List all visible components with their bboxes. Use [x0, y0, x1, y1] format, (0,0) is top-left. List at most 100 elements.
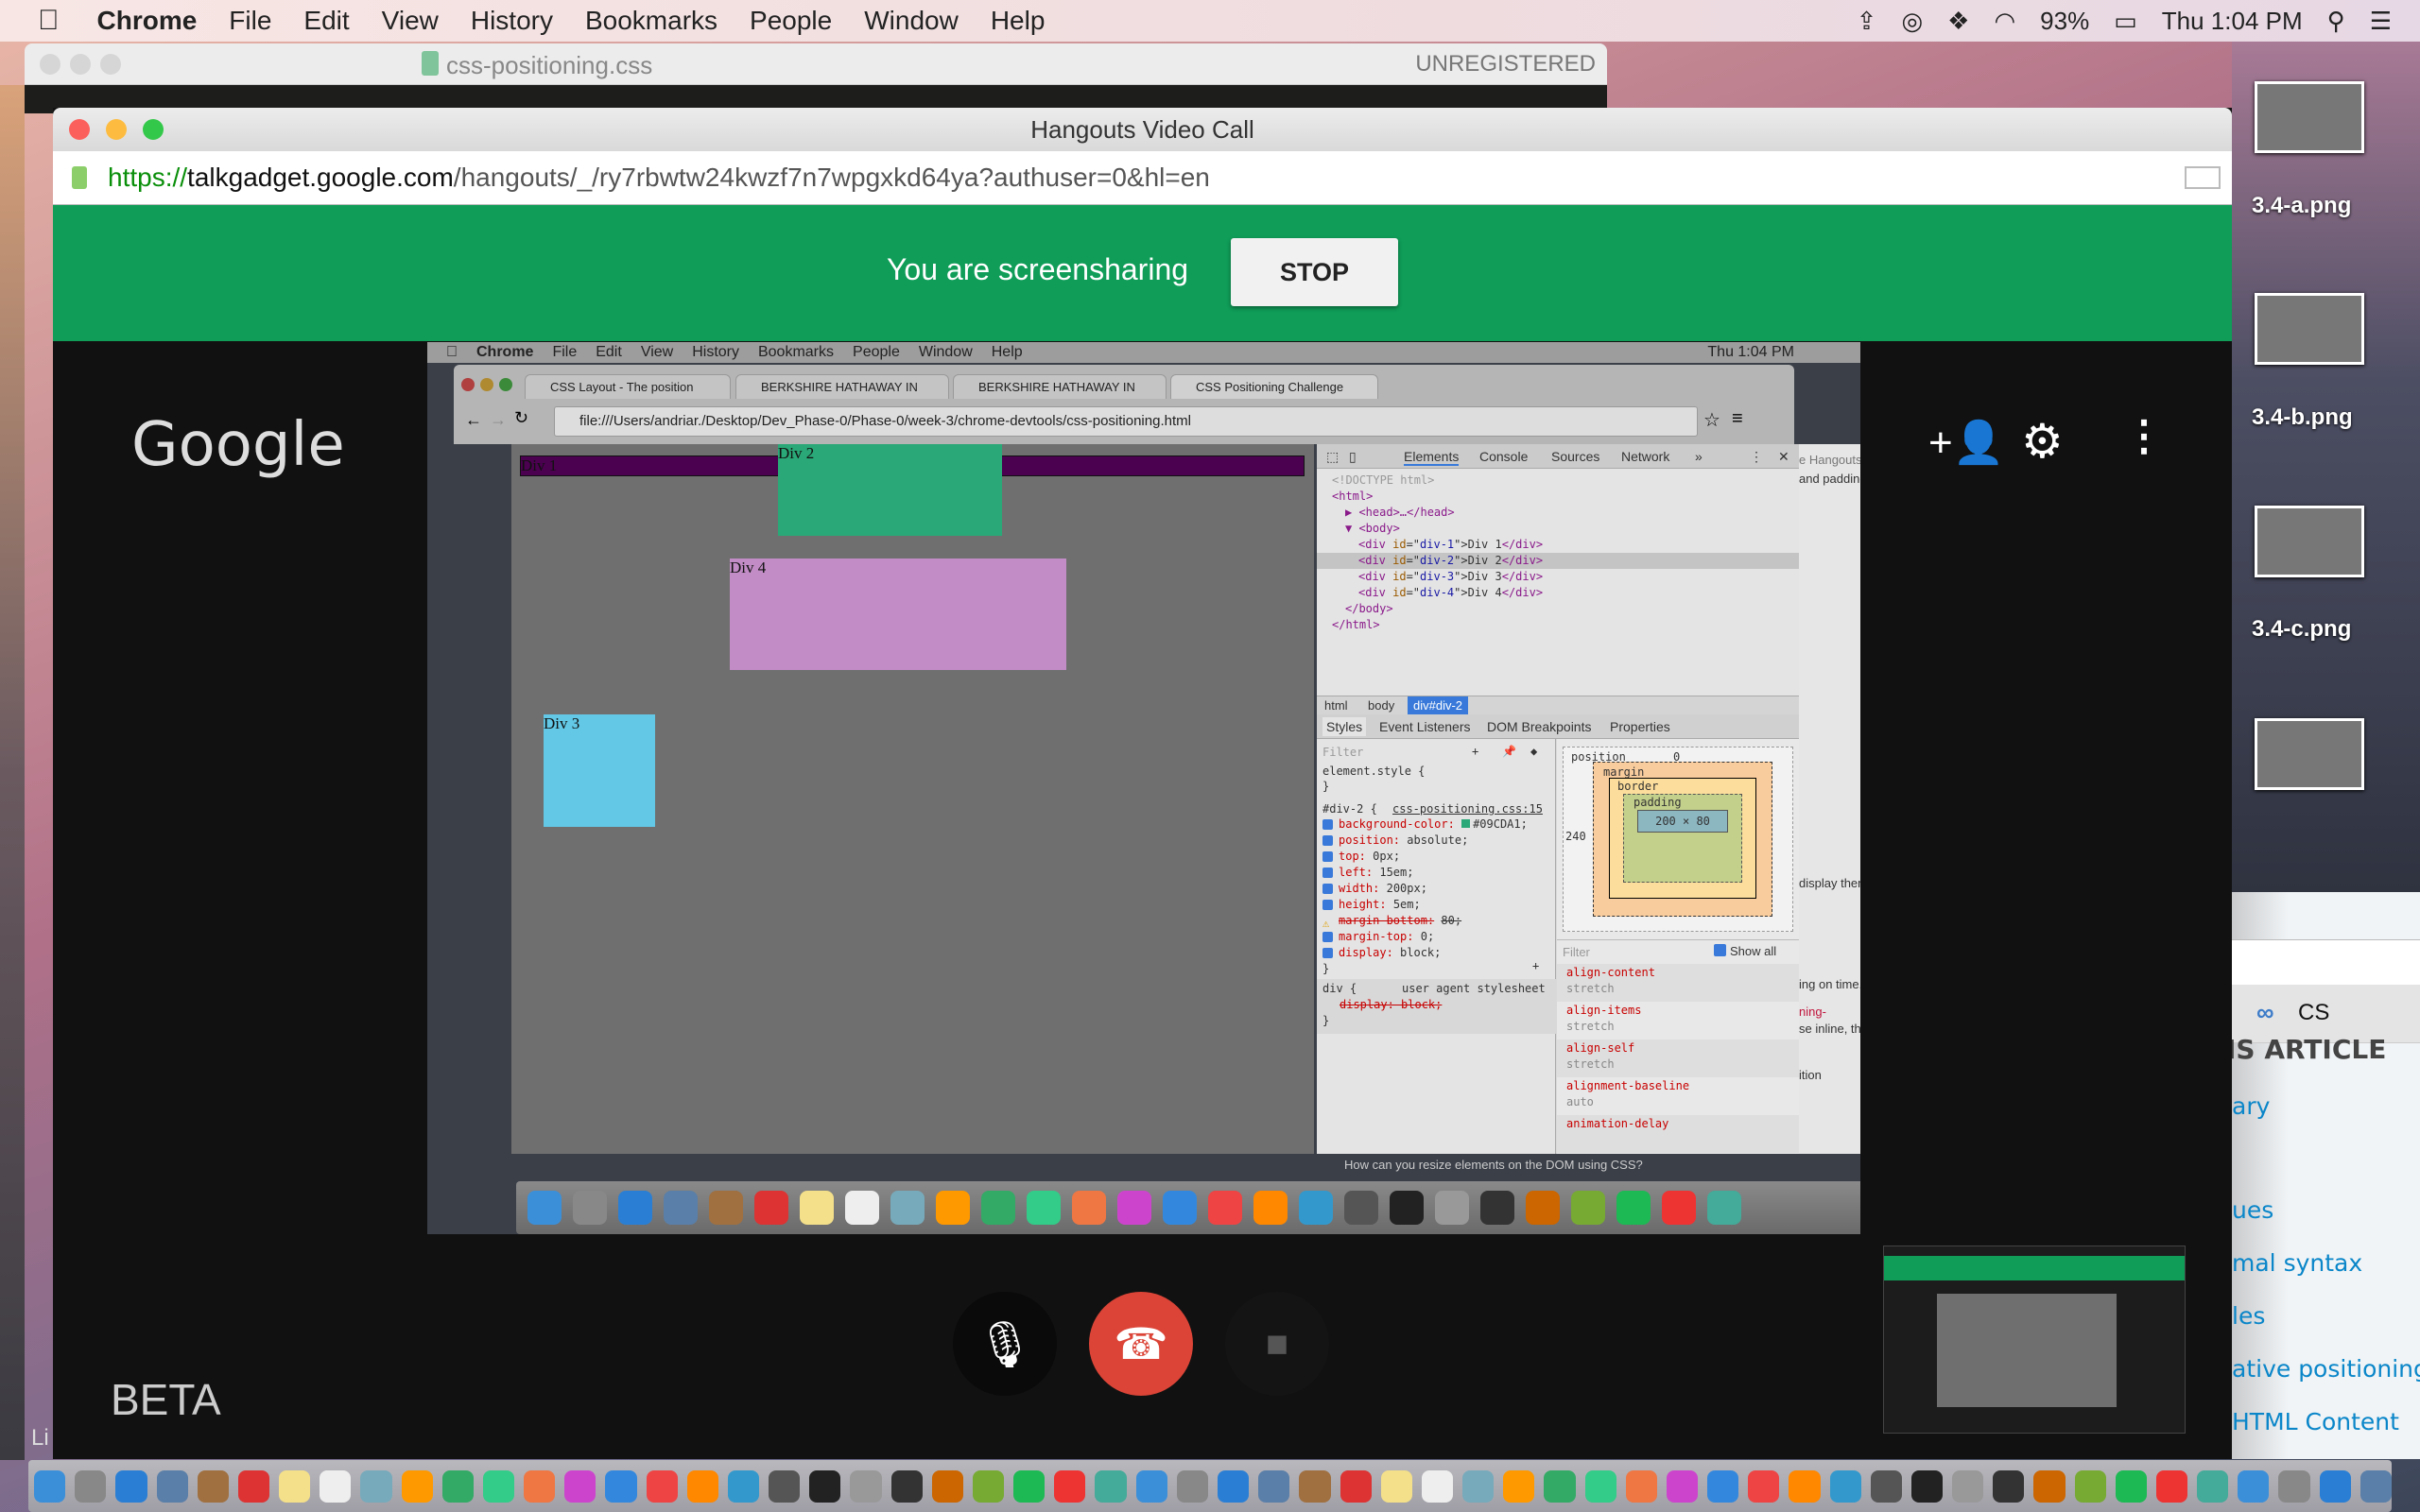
dock-app-icon[interactable] [1013, 1469, 1046, 1503]
css-declaration[interactable]: position: absolute; [1322, 833, 1468, 849]
devtools-menu-icon[interactable]: ⋮ [1750, 449, 1763, 465]
inspect-element-icon[interactable]: ⬚ [1326, 449, 1339, 465]
menu-file[interactable]: File [229, 6, 271, 36]
desktop-file-thumb[interactable] [2255, 506, 2364, 577]
dock-app-icon[interactable] [34, 1469, 66, 1503]
declaration-checkbox[interactable] [1322, 948, 1333, 958]
dock-app-icon[interactable] [850, 1469, 882, 1503]
dock-app-icon[interactable] [1435, 1191, 1469, 1225]
desktop-file-label[interactable]: 3.4-a.png [2252, 193, 2351, 219]
div-3-box[interactable]: Div 3 [544, 714, 655, 827]
breadcrumb-item[interactable]: html [1324, 698, 1348, 713]
dock-app-icon[interactable] [1299, 1191, 1333, 1225]
dom-node-head[interactable]: ▶ <head>…</head> [1345, 505, 1455, 521]
dock-app-icon[interactable] [1163, 1191, 1197, 1225]
desktop-file-thumb[interactable] [2255, 293, 2364, 365]
dock-app-icon[interactable] [1072, 1191, 1106, 1225]
dock-app-icon[interactable] [1462, 1469, 1495, 1503]
toc-link[interactable]: ary [2232, 1092, 2270, 1120]
styles-filter-input[interactable]: Filter [1322, 745, 1363, 761]
minimize-button[interactable] [70, 54, 91, 75]
dock-app-icon[interactable] [1503, 1469, 1535, 1503]
computed-property[interactable]: alignment-baseline auto [1557, 1077, 1799, 1115]
dock-app-icon[interactable] [972, 1469, 1005, 1503]
declaration-checkbox[interactable] [1322, 884, 1333, 894]
spotlight-icon[interactable]: ⚲ [2327, 7, 2345, 36]
dropbox-icon[interactable]: ❖ [1947, 7, 1969, 36]
dock-app-icon[interactable] [646, 1469, 678, 1503]
subtab-styles[interactable]: Styles [1322, 717, 1367, 736]
notification-center-icon[interactable]: ☰ [2370, 7, 2392, 36]
content-box[interactable]: 200 × 80 [1637, 810, 1728, 833]
dock-app-icon[interactable] [482, 1469, 515, 1503]
computed-property[interactable]: align-content stretch [1557, 964, 1799, 1002]
dock-app-icon[interactable] [1217, 1469, 1250, 1503]
desktop-file-label[interactable]: 3.4-c.png [2252, 616, 2351, 643]
dock-app-icon[interactable] [441, 1469, 474, 1503]
toc-link[interactable]: HTML Content [2232, 1408, 2399, 1435]
dock-app-icon[interactable] [1707, 1191, 1741, 1225]
dock-app-icon[interactable] [197, 1469, 229, 1503]
dock-app-icon[interactable] [1027, 1191, 1061, 1225]
clock[interactable]: Thu 1:04 PM [2162, 7, 2303, 36]
computed-filter-input[interactable]: Filter [1563, 945, 1590, 959]
border-box[interactable]: border padding 200 × 80 [1609, 778, 1756, 899]
pin-icon[interactable]: 📌 [1502, 744, 1516, 760]
dock-app-icon[interactable] [1258, 1469, 1290, 1503]
url-bar[interactable]: https://talkgadget.google.com/hangouts/_… [53, 151, 2232, 205]
show-all-checkbox[interactable] [1714, 944, 1726, 956]
battery-percent[interactable]: 93% [2040, 7, 2089, 36]
dock-app-icon[interactable] [845, 1191, 879, 1225]
dock-app-icon[interactable] [1208, 1191, 1242, 1225]
dock-app-icon[interactable] [727, 1469, 760, 1503]
declaration-checkbox[interactable] [1322, 932, 1333, 942]
devtools-close-icon[interactable]: ✕ [1778, 449, 1789, 465]
css-declaration[interactable]: top: 0px; [1322, 849, 1400, 865]
dock-app-icon[interactable] [1870, 1469, 1902, 1503]
dock-app-icon[interactable] [1571, 1191, 1605, 1225]
dock-app-icon[interactable] [1910, 1469, 1944, 1503]
more-tabs-icon[interactable]: » [1695, 449, 1703, 464]
declaration-checkbox[interactable] [1322, 868, 1333, 878]
chrome-menu-icon[interactable]: ≡ [1732, 408, 1743, 430]
subtab-dom-breakpoints[interactable]: DOM Breakpoints [1487, 719, 1591, 734]
css-declaration[interactable]: height: 5em; [1322, 897, 1421, 913]
dock-app-icon[interactable] [2197, 1469, 2229, 1503]
toc-link[interactable]: mal syntax [2232, 1249, 2362, 1277]
dock-app-icon[interactable] [2319, 1469, 2351, 1503]
dock-app-icon[interactable] [931, 1469, 963, 1503]
dock-app-icon[interactable] [2155, 1469, 2188, 1503]
dock-app-icon[interactable] [75, 1469, 107, 1503]
css-declaration[interactable]: left: 15em; [1322, 865, 1413, 881]
dock-app-icon[interactable] [2360, 1469, 2392, 1503]
dock-app-icon[interactable] [320, 1469, 352, 1503]
css-declaration[interactable]: display: block; [1322, 945, 1441, 961]
tab-console[interactable]: Console [1479, 449, 1528, 464]
dock-app-icon[interactable] [1299, 1469, 1331, 1503]
rule-selector[interactable]: #div-2 { [1322, 801, 1377, 817]
dock-app-icon[interactable] [1054, 1469, 1086, 1503]
popout-icon[interactable] [2185, 166, 2221, 189]
more-options-icon[interactable]: ⋮ [2123, 412, 2165, 460]
dock-app-icon[interactable] [1707, 1469, 1739, 1503]
css-declaration[interactable]: background-color: #09CDA1; [1322, 816, 1528, 833]
dock-app-icon[interactable] [360, 1469, 392, 1503]
dock-app-icon[interactable] [564, 1469, 596, 1503]
close-button[interactable] [69, 119, 90, 140]
dock-app-icon[interactable] [1340, 1469, 1372, 1503]
forward-icon[interactable]: → [490, 410, 507, 430]
breadcrumb-item[interactable]: body [1368, 698, 1394, 713]
dock-app-icon[interactable] [1748, 1469, 1780, 1503]
declaration-checkbox[interactable] [1322, 851, 1333, 862]
desktop-file-thumb[interactable] [2255, 81, 2364, 153]
dock-app-icon[interactable] [1544, 1469, 1576, 1503]
dock-app-icon[interactable] [573, 1191, 607, 1225]
browser-tab[interactable]: BERKSHIRE HATHAWAY IN [735, 374, 949, 399]
dom-node-div[interactable]: <div id="div-3">Div 3</div> [1358, 569, 1543, 585]
toc-link[interactable]: les [2232, 1302, 2265, 1330]
padding-box[interactable]: padding 200 × 80 [1623, 794, 1742, 883]
rule-source-link[interactable]: css-positioning.css:15 [1392, 801, 1543, 817]
dock-app-icon[interactable] [1480, 1191, 1514, 1225]
dock-app-icon[interactable] [936, 1191, 970, 1225]
element-style-selector[interactable]: element.style { [1322, 764, 1425, 780]
